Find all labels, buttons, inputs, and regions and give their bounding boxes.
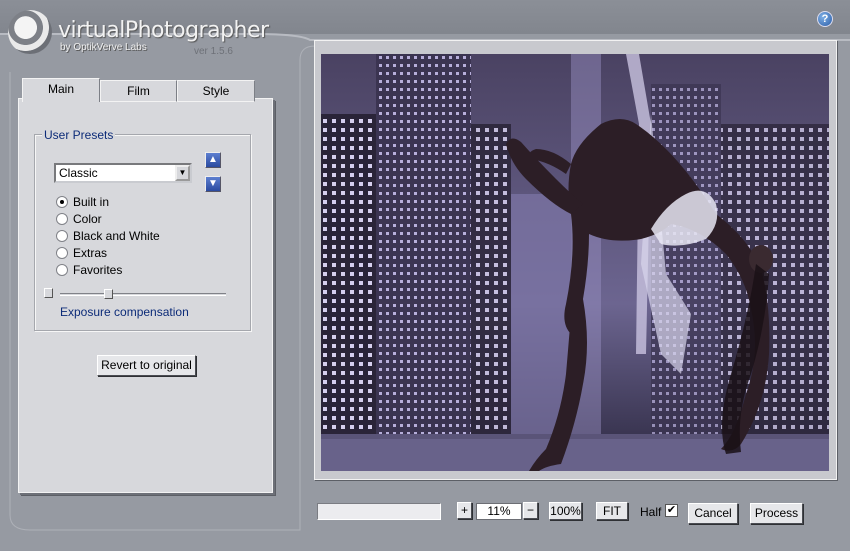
zoom-level-field[interactable]: 11%	[476, 503, 522, 520]
radio-black-and-white[interactable]: Black and White	[56, 229, 160, 245]
exposure-slider-track[interactable]	[60, 293, 226, 296]
half-checkbox[interactable]: ✔	[665, 504, 678, 517]
radio-label: Favorites	[73, 263, 123, 277]
radio-label: Black and White	[73, 229, 160, 243]
preview-image	[321, 54, 829, 471]
radio-label: Color	[73, 212, 102, 226]
radio-button[interactable]	[56, 213, 68, 225]
cancel-button[interactable]: Cancel	[688, 503, 738, 524]
zoom-in-button[interactable]: +	[457, 502, 472, 519]
radio-label: Built in	[73, 195, 110, 209]
tab-style[interactable]: Style	[177, 80, 255, 102]
half-label: Half	[640, 505, 662, 519]
help-icon[interactable]: ?	[817, 11, 833, 27]
logo-icon	[8, 10, 52, 54]
preview-photo-illustration	[321, 54, 829, 471]
radio-color[interactable]: Color	[56, 212, 102, 228]
down-arrow-icon[interactable]: ▼	[205, 176, 221, 192]
tab-main[interactable]: Main	[22, 78, 100, 102]
radio-button[interactable]	[56, 196, 68, 208]
preset-select[interactable]: Classic ▼	[54, 163, 192, 183]
revert-button[interactable]: Revert to original	[97, 355, 196, 376]
radio-button[interactable]	[56, 264, 68, 276]
exposure-label: Exposure compensation	[60, 305, 189, 319]
progress-bar	[317, 503, 441, 520]
preset-select-value: Classic	[59, 166, 98, 180]
zoom-out-button[interactable]: −	[523, 502, 538, 519]
radio-button[interactable]	[56, 247, 68, 259]
app-subtitle: by OptikVerve Labs	[60, 42, 147, 53]
radio-built-in[interactable]: Built in	[56, 195, 109, 211]
user-presets-label: User Presets	[42, 128, 116, 142]
app-version: ver 1.5.6	[194, 46, 233, 57]
radio-button[interactable]	[56, 230, 68, 242]
tab-film[interactable]: Film	[100, 80, 177, 102]
radio-favorites[interactable]: Favorites	[56, 263, 122, 279]
exposure-slider-thumb[interactable]	[103, 289, 113, 299]
slider-min-marker	[44, 288, 53, 298]
app-title: virtualPhotographer	[58, 18, 269, 43]
radio-extras[interactable]: Extras	[56, 246, 107, 262]
radio-label: Extras	[73, 246, 108, 260]
up-arrow-icon[interactable]: ▲	[205, 152, 221, 168]
zoom-100-button[interactable]: 100%	[549, 502, 582, 520]
process-button[interactable]: Process	[750, 503, 803, 524]
chevron-down-icon[interactable]: ▼	[175, 165, 190, 181]
fit-button[interactable]: FIT	[596, 502, 628, 520]
